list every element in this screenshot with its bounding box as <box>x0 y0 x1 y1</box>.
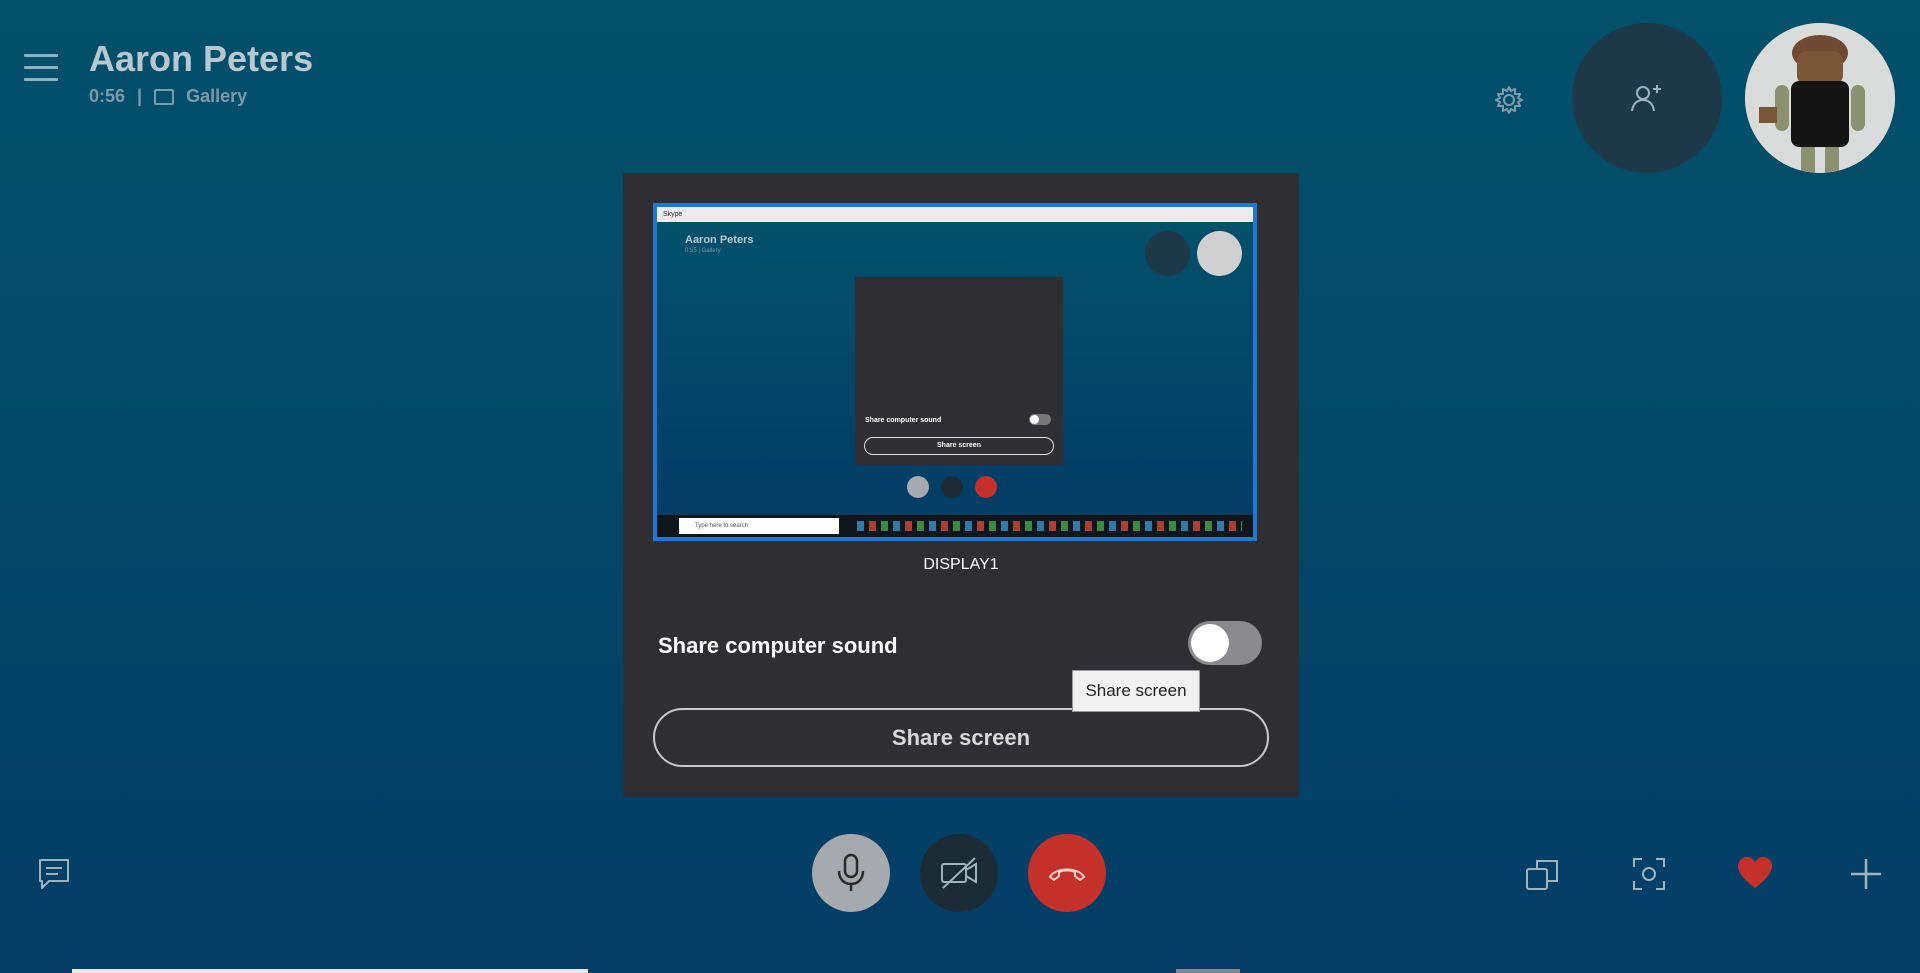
menu-button[interactable] <box>24 54 58 84</box>
hang-up-icon <box>1049 868 1085 881</box>
avatar[interactable] <box>1745 23 1895 173</box>
tooltip: Share screen <box>1072 670 1200 712</box>
preview-taskbar: Type here to search <box>657 515 1253 537</box>
call-duration: 0:56 <box>89 86 126 106</box>
gallery-icon <box>154 88 175 105</box>
display-label: DISPLAY1 <box>923 556 999 573</box>
preview-sound-label: Share computer sound <box>865 417 942 424</box>
preview-toggle <box>1029 414 1051 425</box>
preview-call-info: 0:55 | Gallery <box>685 248 721 254</box>
preview-avatar <box>1197 231 1242 276</box>
share-screen-button[interactable]: Share screen <box>653 708 1269 767</box>
snapshot-icon[interactable] <box>1631 856 1667 892</box>
chat-icon[interactable] <box>37 857 71 891</box>
preview-search: Type here to search <box>679 518 839 534</box>
microphone-icon <box>837 853 865 891</box>
contact-name: Aaron Peters <box>89 38 314 79</box>
heart-icon[interactable] <box>1737 856 1773 892</box>
preview-hangup <box>975 476 997 498</box>
mute-button[interactable] <box>812 834 890 912</box>
toggle-knob <box>1191 624 1229 662</box>
settings-icon[interactable] <box>1494 85 1524 115</box>
preview-tray <box>857 521 1242 531</box>
share-sound-toggle[interactable] <box>1188 621 1262 665</box>
camera-off-icon <box>941 857 977 889</box>
preview-share-button: Share screen <box>864 437 1054 455</box>
preview-camera <box>941 476 963 498</box>
view-mode[interactable]: Gallery <box>186 86 247 107</box>
switch-view-icon[interactable] <box>1524 856 1560 892</box>
display-preview[interactable]: Skype Aaron Peters 0:55 | Gallery Share … <box>653 203 1257 541</box>
preview-mic <box>907 476 929 498</box>
progress-line <box>72 969 588 973</box>
plus-icon[interactable] <box>1848 856 1884 892</box>
progress-line-2 <box>1176 969 1240 973</box>
avatar-image <box>1745 23 1895 173</box>
add-participant-button[interactable] <box>1572 23 1722 173</box>
preview-dialog: Share computer sound Share screen <box>855 277 1063 465</box>
video-button[interactable] <box>920 834 998 912</box>
menu-icon <box>24 54 58 57</box>
preview-add-person <box>1145 231 1190 276</box>
separator: | <box>137 86 143 106</box>
preview-contact-name: Aaron Peters <box>685 234 754 246</box>
add-person-icon <box>1631 85 1661 112</box>
preview-titlebar: Skype <box>657 207 1253 222</box>
call-info: 0:56 | Gallery <box>89 86 247 107</box>
preview-screen: Aaron Peters 0:55 | Gallery Share comput… <box>657 222 1253 515</box>
share-sound-label: Share computer sound <box>658 633 898 658</box>
end-call-button[interactable] <box>1028 834 1106 912</box>
